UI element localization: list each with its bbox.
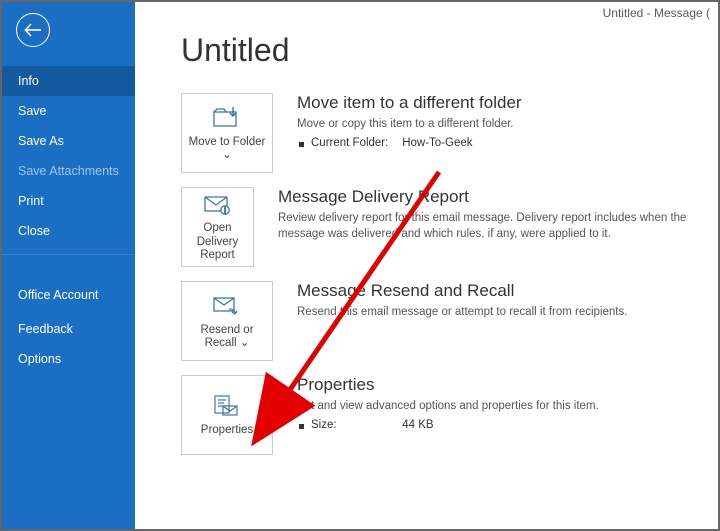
tile-label: Move to Folder ⌄ [184,136,270,162]
nav-feedback[interactable]: Feedback [2,314,135,344]
section-text: Move or copy this item to a different fo… [297,117,522,133]
backstage-sidebar: Info Save Save As Save Attachments Print… [2,2,135,529]
nav-options[interactable]: Options [2,344,135,374]
nav-label: Close [18,224,50,238]
nav-save[interactable]: Save [2,96,135,126]
open-delivery-report-button[interactable]: i Open Delivery Report [181,187,254,267]
nav-label: Options [18,352,61,366]
nav-save-as[interactable]: Save As [2,126,135,156]
move-to-folder-button[interactable]: Move to Folder ⌄ [181,93,273,173]
section-text: Review delivery report for this email me… [278,211,718,242]
sidebar-divider [2,254,135,274]
nav-info[interactable]: Info [2,66,135,96]
nav-label: Save As [18,134,64,148]
section-heading-properties: Properties [297,375,599,395]
nav-label: Save Attachments [18,164,119,178]
section-heading-delivery: Message Delivery Report [278,187,718,207]
tile-label: Open Delivery Report [184,222,251,262]
arrow-left-icon [24,23,42,37]
properties-icon [210,392,244,420]
properties-button[interactable]: Properties [181,375,273,455]
nav-label: Feedback [18,322,73,336]
nav-office-account[interactable]: Office Account [2,276,135,314]
nav-print[interactable]: Print [2,186,135,216]
tile-label: Properties [201,424,253,437]
nav-label: Office Account [18,288,98,302]
envelope-report-icon: i [201,192,235,218]
section-text: Resend this email message or attempt to … [297,305,627,321]
nav-save-attachments: Save Attachments [2,156,135,186]
folder-move-icon [210,104,244,132]
nav-label: Save [18,104,47,118]
envelope-resend-icon [210,292,244,320]
backstage-content: Untitled Move to Folder ⌄ Move item to a… [135,2,718,529]
current-folder-line: Current Folder: How-To-Geek [297,137,522,149]
nav-label: Print [18,194,44,208]
resend-recall-button[interactable]: Resend or Recall ⌄ [181,281,273,361]
nav-close[interactable]: Close [2,216,135,246]
section-heading-resend: Message Resend and Recall [297,281,627,301]
page-title: Untitled [181,32,718,69]
tile-label: Resend or Recall ⌄ [184,324,270,350]
section-heading-move: Move item to a different folder [297,93,522,113]
section-text: Set and view advanced options and proper… [297,399,599,415]
nav-label: Info [18,74,39,88]
back-button[interactable] [16,13,50,47]
size-line: Size: 44 KB [297,419,599,431]
